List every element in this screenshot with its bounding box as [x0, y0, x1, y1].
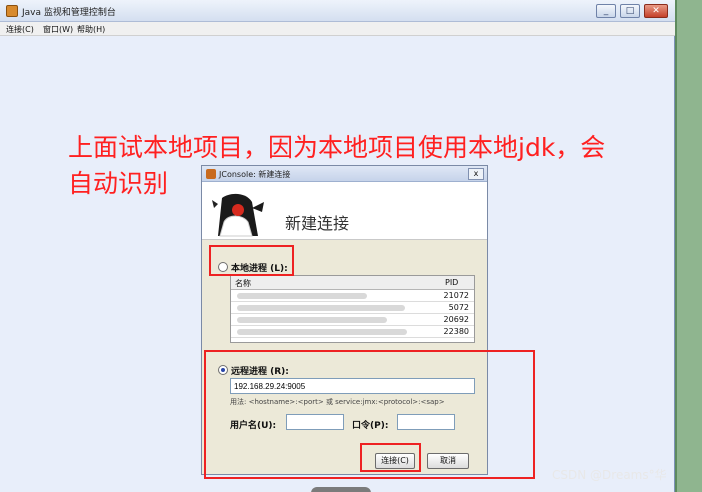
column-pid-header[interactable]: PID: [445, 278, 458, 287]
duke-mascot-icon: [212, 193, 264, 237]
maximize-button[interactable]: □: [620, 4, 640, 18]
local-process-table[interactable]: 名称 PID 21072 5072 20692 22380: [230, 275, 475, 343]
redacted-process-name: [237, 329, 407, 335]
menu-connection[interactable]: 连接(C): [6, 24, 34, 35]
main-window-title: Java 监视和管理控制台: [22, 8, 116, 18]
menu-window[interactable]: 窗口(W): [43, 24, 73, 35]
process-row[interactable]: 21072: [231, 290, 474, 302]
redacted-process-name: [237, 293, 367, 299]
jconsole-icon: [206, 169, 216, 179]
dialog-titlebar[interactable]: JConsole: 新建连接 x: [202, 166, 487, 182]
background-window-edge: [675, 0, 702, 492]
process-pid: 22380: [443, 327, 469, 336]
process-row[interactable]: 20692: [231, 314, 474, 326]
java-app-icon: [6, 5, 18, 17]
dialog-heading: 新建连接: [285, 214, 350, 233]
process-table-header: 名称 PID: [231, 276, 474, 290]
redacted-process-name: [237, 305, 405, 311]
close-button[interactable]: ✕: [644, 4, 668, 18]
process-pid: 20692: [443, 315, 469, 324]
process-row[interactable]: 22380: [231, 326, 474, 338]
menu-help[interactable]: 帮助(H): [77, 24, 105, 35]
process-row[interactable]: 5072: [231, 302, 474, 314]
main-titlebar[interactable]: Java 监视和管理控制台 _ □ ✕: [0, 0, 675, 22]
process-pid: 21072: [443, 291, 469, 300]
highlight-connect-button: [360, 443, 421, 472]
dialog-close-button[interactable]: x: [468, 168, 484, 180]
dialog-title: JConsole: 新建连接: [219, 170, 291, 179]
annotation-line-1: 上面试本地项目，因为本地项目使用本地jdk，会: [68, 133, 606, 162]
minimize-button[interactable]: _: [596, 4, 616, 18]
annotation-line-2: 自动识别: [68, 169, 169, 198]
column-name-header[interactable]: 名称: [235, 278, 251, 289]
redacted-process-name: [237, 317, 387, 323]
taskbar-tab: [311, 487, 371, 492]
process-pid: 5072: [448, 303, 469, 312]
menubar: 连接(C) 窗口(W) 帮助(H): [0, 22, 675, 36]
highlight-local-process: [209, 245, 294, 276]
csdn-watermark: CSDN @Dreams°华: [552, 468, 667, 482]
